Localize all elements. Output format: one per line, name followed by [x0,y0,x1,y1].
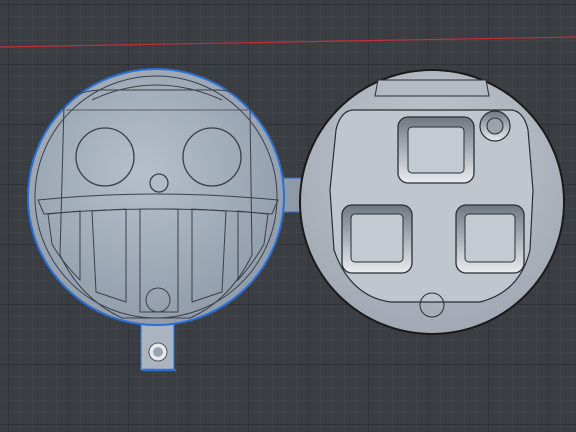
scene-canvas[interactable] [0,0,576,432]
button-hole-right[interactable] [455,204,525,274]
cad-viewport[interactable] [0,0,576,432]
side-tab-right[interactable] [282,177,302,213]
top-notch [374,79,490,97]
button-holder-plate[interactable] [299,69,565,335]
button-hole-top[interactable] [397,116,475,184]
button-hole-left[interactable] [341,204,413,274]
key-ring-hole[interactable] [479,110,511,142]
